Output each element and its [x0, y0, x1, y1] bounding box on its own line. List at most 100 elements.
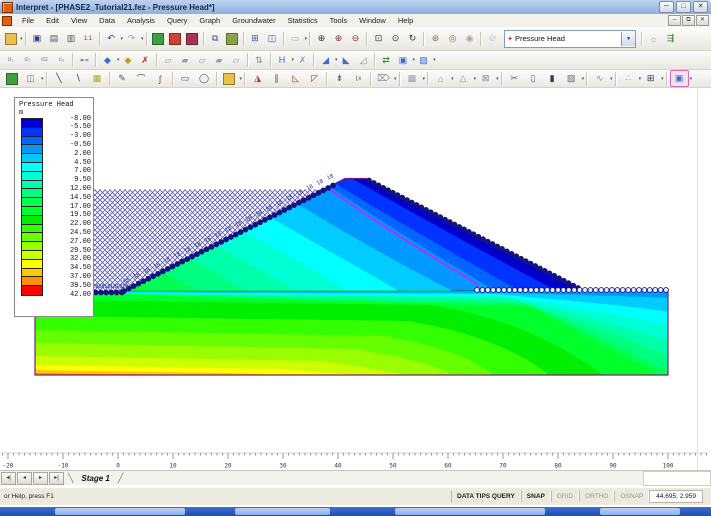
paste-button-dropdown[interactable]: ▾ [305, 36, 308, 42]
picture-view-icon[interactable] [150, 30, 167, 47]
taskbar-button[interactable] [600, 508, 680, 515]
print-button[interactable]: ▥ [63, 30, 80, 47]
label-x-button[interactable]: ⌊x [349, 70, 368, 87]
print-preview-button[interactable]: ▤ [46, 30, 63, 47]
measure-dip-button[interactable]: ◿ [355, 52, 372, 69]
save-button[interactable]: ▣ [29, 30, 46, 47]
delete-query-button[interactable]: ✗ [137, 52, 154, 69]
zoom-out-button[interactable]: ⊖ [347, 30, 364, 47]
shape-tool-button[interactable]: △ [454, 70, 473, 87]
status-toggle-snap[interactable]: SNAP [521, 491, 551, 502]
maximize-button[interactable]: □ [676, 1, 691, 13]
zoom-disabled-button[interactable]: ⊘ [484, 30, 501, 47]
contour-view-icon[interactable] [167, 30, 184, 47]
taskbar-button[interactable] [395, 508, 545, 515]
flow-vectors-button[interactable]: ⇶ [662, 30, 679, 47]
line-tool-button[interactable]: ╲ [50, 70, 69, 87]
display-options-button[interactable]: ▨ [415, 52, 432, 69]
zoom-window-button[interactable]: ⊡ [370, 30, 387, 47]
menu-data[interactable]: Data [93, 16, 121, 25]
menu-view[interactable]: View [65, 16, 93, 25]
undo-button[interactable]: ↶ [103, 30, 120, 47]
menu-query[interactable]: Query [161, 16, 193, 25]
status-toggle-osnap[interactable]: OSNAP [614, 491, 649, 502]
plot-canvas[interactable]: 1818181818181818181818181818181818181818… [0, 88, 711, 470]
menu-statistics[interactable]: Statistics [282, 16, 324, 25]
region-tool-button[interactable]: ⊠ [476, 70, 495, 87]
ellipse-tool-button[interactable]: ◯ [195, 70, 214, 87]
points-tool-button[interactable]: ∴ [619, 70, 638, 87]
eraser-button[interactable]: ⌦ [374, 70, 393, 87]
polygon-tool-button[interactable]: ⌂ [431, 70, 450, 87]
differential-button[interactable]: ⇅ [251, 52, 268, 69]
snap-grid-button[interactable]: ▦ [88, 70, 107, 87]
menu-file[interactable]: File [16, 16, 40, 25]
measure-angle-button[interactable]: ◣ [338, 52, 355, 69]
zoom-selection-button[interactable]: ⊙ [387, 30, 404, 47]
delete-marker-button[interactable]: ✗ [294, 52, 311, 69]
taskbar-button[interactable] [235, 508, 330, 515]
contour-legend[interactable]: Pressure Head m -8.00-5.50-3.00-0.502.00… [14, 97, 94, 317]
zoom-in-button[interactable]: ⊕ [330, 30, 347, 47]
dimension-4-button[interactable]: ◸ [305, 70, 324, 87]
show-bolts-button[interactable]: ▰ [211, 52, 228, 69]
status-toggle-grid[interactable]: GRID [551, 491, 579, 502]
status-toggle-ortho[interactable]: ORTHO [579, 491, 614, 502]
dimension-1-button[interactable]: ◮ [248, 70, 267, 87]
zoom-actual-button[interactable]: 1:1 [80, 30, 97, 47]
dimension-3-button[interactable]: ◺ [286, 70, 305, 87]
mesh-tool-button[interactable]: ⊞ [641, 70, 660, 87]
sort-button[interactable]: ⇟ [330, 70, 349, 87]
show-liner-button[interactable]: ▱ [228, 52, 245, 69]
last-stage-button[interactable]: ▸| [49, 472, 64, 485]
show-yield-button[interactable]: ▰ [177, 52, 194, 69]
taskbar-button[interactable] [55, 508, 185, 515]
menu-edit[interactable]: Edit [40, 16, 65, 25]
measure-slope-button[interactable]: ◢ [317, 52, 334, 69]
zoom-highlight-button[interactable]: ◉ [461, 30, 478, 47]
spline-tool-button[interactable]: ʃ [151, 70, 170, 87]
graph-query-button[interactable]: ⊷ [76, 52, 93, 69]
solid-tool-button[interactable]: ▮ [543, 70, 562, 87]
menu-help[interactable]: Help [392, 16, 419, 25]
minimize-button[interactable]: ─ [659, 1, 674, 13]
child-minimize-button[interactable]: ─ [668, 15, 681, 26]
pencil-tool-button[interactable]: ✎ [113, 70, 132, 87]
menu-tools[interactable]: Tools [324, 16, 354, 25]
region-tool-button-dropdown[interactable]: ▾ [496, 76, 499, 82]
grid-view-button[interactable]: ⊞ [247, 30, 264, 47]
menu-analysis[interactable]: Analysis [121, 16, 161, 25]
child-restore-button[interactable]: ⧉ [682, 15, 695, 26]
image-insert-button-dropdown[interactable]: ▾ [240, 76, 243, 82]
histogram-view-icon[interactable] [184, 30, 201, 47]
zoom-extents-button[interactable]: ⊕ [313, 30, 330, 47]
show-vectors-button[interactable]: ▱ [194, 52, 211, 69]
export-image-button[interactable] [224, 30, 241, 47]
window-select-button[interactable]: ◫ [21, 70, 40, 87]
pattern-button-dropdown[interactable]: ▾ [423, 76, 426, 82]
zoom-100-button[interactable]: ◎ [444, 30, 461, 47]
annotate-button[interactable]: ∿ [590, 70, 609, 87]
prev-stage-button[interactable]: ◂ [17, 472, 32, 485]
contour-options-button[interactable]: ▣ [395, 52, 412, 69]
redo-button-dropdown[interactable]: ▾ [141, 36, 144, 42]
next-stage-button[interactable]: ▸ [33, 472, 48, 485]
image-insert-button[interactable] [220, 70, 239, 87]
hatch-tool-button-dropdown[interactable]: ▾ [582, 76, 585, 82]
status-toggle-data-tips-query[interactable]: DATA TIPS QUERY [451, 491, 521, 502]
show-values-button[interactable]: ▱ [160, 52, 177, 69]
tile-view-button[interactable]: ◫ [264, 30, 281, 47]
first-stage-button[interactable]: ◂| [1, 472, 16, 485]
lock-tool-button[interactable]: ▯ [524, 70, 543, 87]
add-query-button[interactable]: ◆ [99, 52, 116, 69]
paste-button[interactable]: ▭ [287, 30, 304, 47]
display-options-button-dropdown[interactable]: ▾ [433, 57, 436, 63]
menu-graph[interactable]: Graph [193, 16, 226, 25]
close-button[interactable]: ✕ [693, 1, 708, 13]
query-sigma1-button[interactable]: σ₁ [2, 52, 19, 69]
redo-button[interactable]: ↷ [123, 30, 140, 47]
tab-stage-1[interactable]: ╲ Stage 1 ╱ [68, 473, 123, 484]
cut-tool-button[interactable]: ✂ [505, 70, 524, 87]
annotate-button-dropdown[interactable]: ▾ [610, 76, 613, 82]
child-close-button[interactable]: ✕ [696, 15, 709, 26]
